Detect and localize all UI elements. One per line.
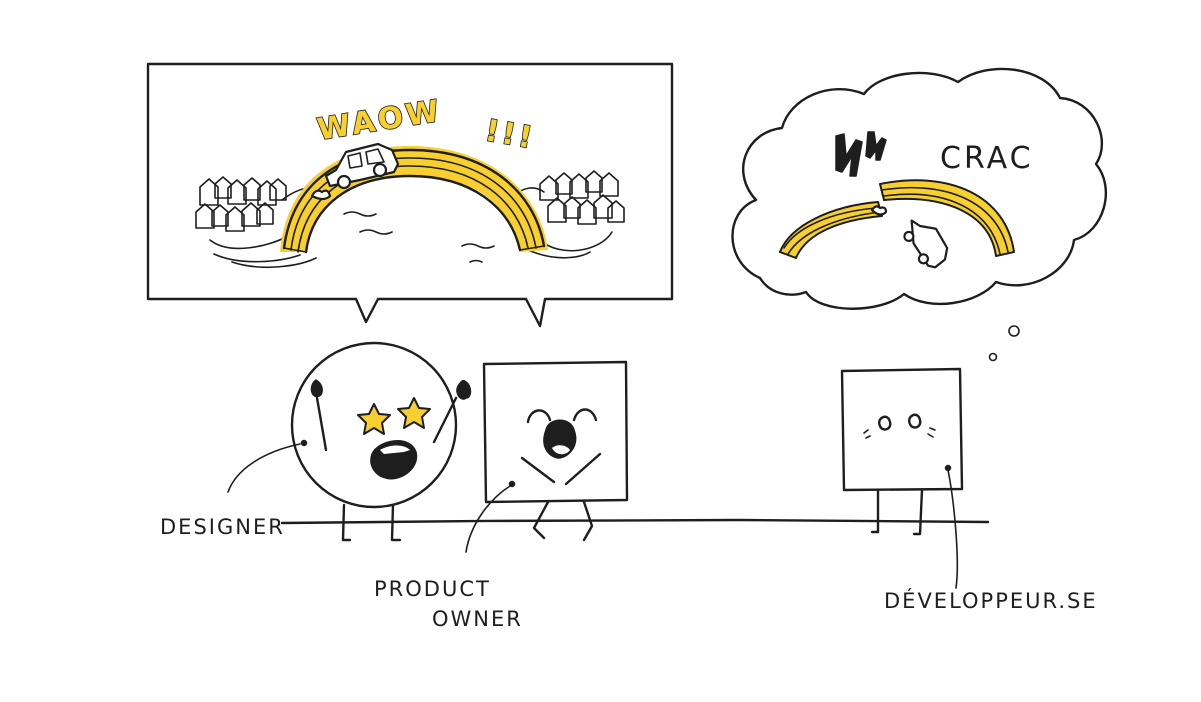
- waow-exclamation: WAOW: [314, 93, 445, 149]
- product-owner-character: [482, 360, 629, 542]
- broken-rainbow-icon: [779, 179, 1015, 259]
- falling-car-icon: [903, 219, 949, 269]
- product-owner-pointer: [465, 485, 511, 553]
- rainbow-bridge-icon: [280, 146, 548, 263]
- designer-pointer: [227, 443, 301, 493]
- designer-label: DESIGNER: [160, 515, 285, 539]
- ground-line: [280, 518, 990, 525]
- thought-bubble: CRAC: [731, 67, 1107, 362]
- lightning-icon: [835, 131, 887, 177]
- crac-exclamation: CRAC: [940, 141, 1034, 176]
- developer-label: DÉVELOPPEUR.SE: [884, 588, 1098, 613]
- svg-text:WAOW: WAOW: [315, 94, 444, 148]
- designer-character: [290, 341, 472, 542]
- product-owner-label-line2: OWNER: [432, 607, 523, 631]
- illustration: WAOW !!! CRAC DESIGNER PRODUCT OWNER DÉV…: [146, 62, 1107, 631]
- developer-pointer: [947, 469, 959, 589]
- product-owner-label-line1: PRODUCT: [374, 577, 491, 601]
- svg-text:!!!: !!!: [482, 113, 537, 156]
- developer-character: [840, 367, 964, 536]
- exclamation-marks: !!!: [482, 112, 539, 157]
- speech-bubble: WAOW !!!: [146, 62, 674, 328]
